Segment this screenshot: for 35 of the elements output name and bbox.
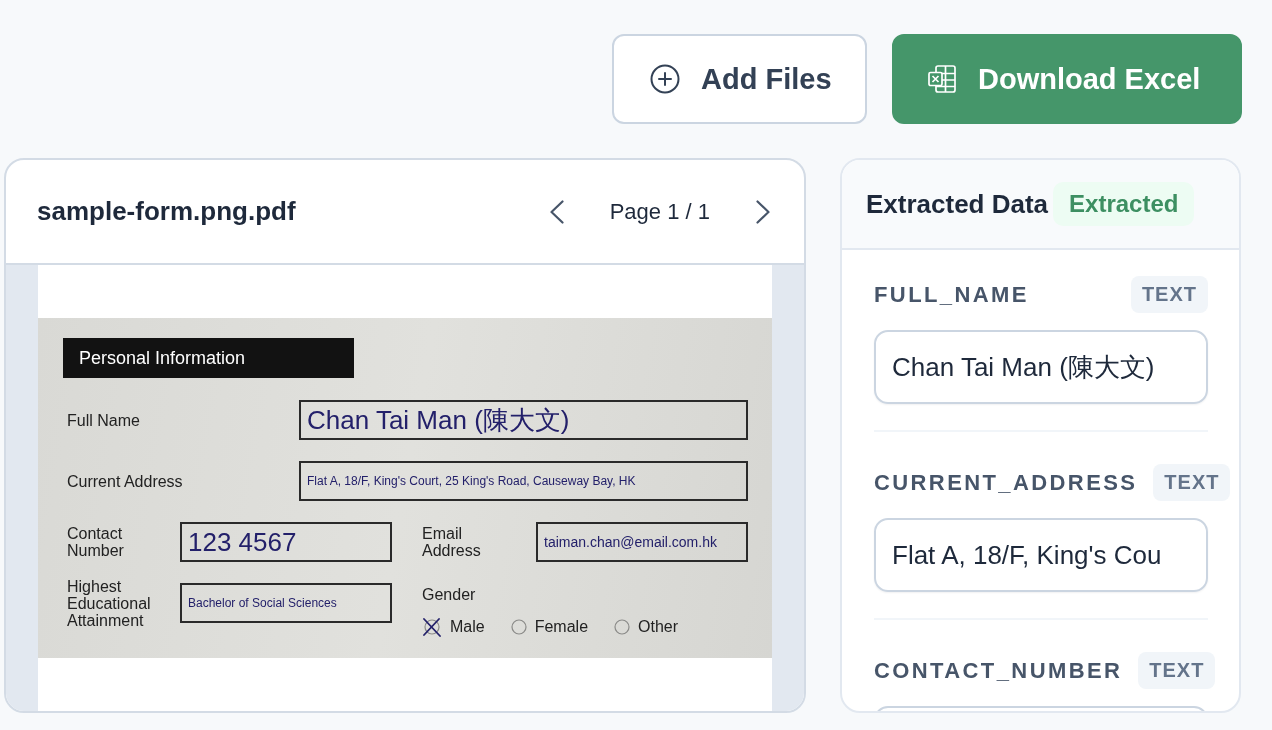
form-label: Email Address — [422, 525, 482, 559]
section-title: Personal Information — [63, 338, 354, 378]
chevron-right-icon — [756, 199, 770, 224]
form-label: Full Name — [67, 411, 140, 429]
text-field[interactable]: Chan Tai Man (陳大文) — [874, 330, 1208, 404]
form-label: Highest Educational Attainment — [67, 577, 152, 629]
field-type-badge: TEXT — [1153, 464, 1231, 501]
field-key: CURRENT_ADDRESS — [874, 469, 1138, 496]
status-badge: Extracted — [1053, 182, 1195, 226]
option-label: Other — [638, 618, 679, 636]
form-label: Contact Number — [67, 525, 125, 559]
download-excel-button[interactable]: Download Excel — [892, 34, 1242, 124]
previous-page-button[interactable] — [549, 199, 564, 224]
handwritten-field: Chan Tai Man (陳大文) — [299, 400, 748, 440]
next-page-button[interactable] — [756, 199, 770, 224]
file-name: sample-form.png.pdf — [37, 196, 296, 227]
form-label: Gender — [422, 586, 477, 603]
chevron-left-icon — [549, 199, 564, 224]
handwritten-field: 123 4567 — [180, 522, 392, 562]
spreadsheet-icon — [927, 64, 957, 94]
add-files-button[interactable]: Add Files — [612, 34, 867, 124]
handwritten-field: Flat A, 18/F, King's Court, 25 King's Road, Causeway Bay, HK — [299, 461, 748, 501]
plus-circle-icon — [650, 64, 680, 94]
option-label: Male — [450, 618, 485, 636]
field-type-badge: TEXT — [1138, 652, 1216, 689]
field-type-badge: TEXT — [1130, 276, 1208, 313]
option-label: Female — [534, 618, 589, 636]
handwritten-field: taiman.chan@email.com.hk — [536, 522, 748, 562]
form-label: Current Address — [67, 472, 183, 490]
text-field[interactable]: Flat A, 18/F, King's Cou — [874, 518, 1208, 592]
field-key: CONTACT_NUMBER — [874, 657, 1123, 684]
page-indicator: Page 1 / 1 — [609, 198, 710, 225]
panel-title: Extracted Data — [866, 188, 1049, 220]
handwritten-field: Bachelor of Social Sciences — [180, 583, 392, 623]
field-key: FULL_NAME — [874, 281, 1029, 308]
